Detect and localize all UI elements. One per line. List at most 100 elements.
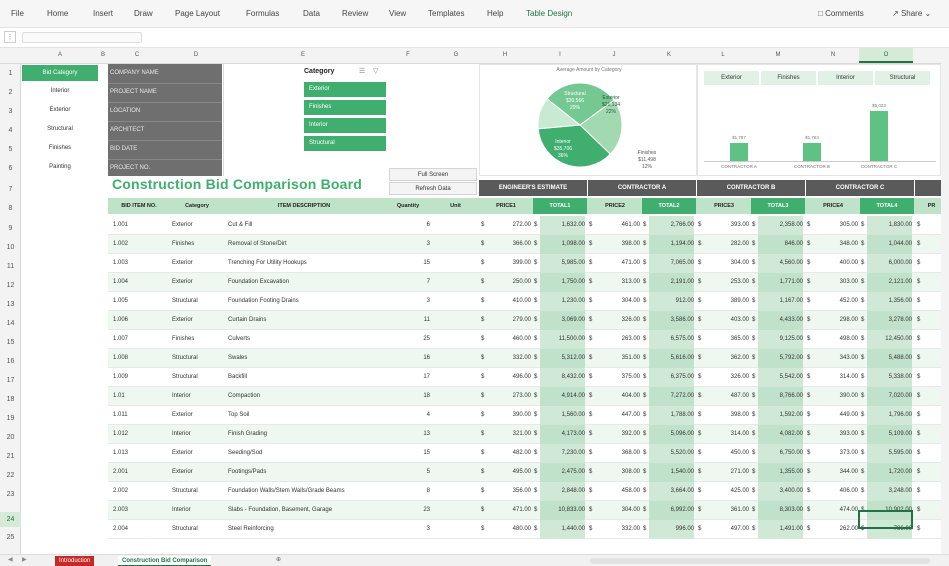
table-cell[interactable]: Curtain Drains	[228, 311, 383, 330]
multi-select-icon[interactable]: ☰	[359, 67, 365, 75]
table-cell[interactable]	[434, 254, 478, 273]
row-header[interactable]: 25	[0, 534, 21, 541]
row-header[interactable]: 20	[0, 434, 21, 441]
table-cell[interactable]: 4,914.00	[540, 387, 585, 406]
table-cell[interactable]: 1,632.00	[540, 216, 585, 235]
table-cell[interactable]	[434, 292, 478, 311]
table-cell[interactable]: 5,312.00	[540, 349, 585, 368]
header-category[interactable]: Category	[170, 198, 224, 214]
slicer-item-finishes[interactable]: Finishes	[22, 140, 98, 156]
table-cell[interactable]: Cut & Fill	[228, 216, 383, 235]
table-cell[interactable]: Seeding/Sod	[228, 444, 383, 463]
table-cell[interactable]: Foundation Excavation	[228, 273, 383, 292]
table-cell[interactable]: 2,475.00	[540, 463, 585, 482]
comments-button[interactable]: □ Comments	[818, 9, 864, 18]
table-cell[interactable]: 23	[386, 501, 430, 520]
column-header[interactable]: J	[613, 52, 616, 58]
table-cell[interactable]: 7,020.00	[867, 387, 912, 406]
row-header[interactable]: 18	[0, 396, 21, 403]
table-cell[interactable]	[434, 444, 478, 463]
table-cell[interactable]: 2.002	[113, 482, 168, 501]
table-cell[interactable]: 10,833.00	[540, 501, 585, 520]
table-cell[interactable]: 253.00	[704, 273, 749, 292]
header-price1[interactable]: PRICE1	[479, 198, 533, 214]
column-header[interactable]: E	[301, 52, 305, 58]
table-cell[interactable]: 6,575.00	[649, 330, 694, 349]
table-cell[interactable]: 1.002	[113, 235, 168, 254]
row-header-selected[interactable]: 24	[0, 512, 21, 527]
table-cell[interactable]: 497.00	[704, 520, 749, 539]
table-cell[interactable]: 5,792.00	[758, 349, 803, 368]
table-cell[interactable]: 373.00	[813, 444, 858, 463]
header-total4[interactable]: TOTAL4	[860, 198, 914, 214]
menu-draw[interactable]: Draw	[134, 9, 153, 18]
table-cell[interactable]: 273.00	[486, 387, 531, 406]
table-cell[interactable]: 392.00	[595, 425, 640, 444]
table-cell[interactable]: 1,491.00	[758, 520, 803, 539]
table-cell[interactable]: 5,488.00	[867, 349, 912, 368]
table-cell[interactable]: 25	[386, 330, 430, 349]
table-cell[interactable]: 6,375.00	[649, 368, 694, 387]
column-header[interactable]: N	[831, 52, 835, 58]
table-cell[interactable]	[434, 425, 478, 444]
table-cell[interactable]: 8,303.00	[758, 501, 803, 520]
table-cell[interactable]: 1,044.00	[867, 235, 912, 254]
table-cell[interactable]: 15	[386, 254, 430, 273]
vertical-scrollbar[interactable]	[941, 48, 949, 554]
table-cell[interactable]: 304.00	[595, 292, 640, 311]
table-cell[interactable]: 3,069.00	[540, 311, 585, 330]
table-cell[interactable]: 351.00	[595, 349, 640, 368]
table-cell[interactable]: 1,194.00	[649, 235, 694, 254]
share-button[interactable]: ↗ Share ⌄	[892, 9, 931, 18]
row-header[interactable]: 2	[0, 89, 21, 96]
table-cell[interactable]: 1.009	[113, 368, 168, 387]
table-cell[interactable]: 356.00	[486, 482, 531, 501]
column-header-selected[interactable]: O	[859, 48, 913, 63]
table-cell[interactable]: 1.012	[113, 425, 168, 444]
table-cell[interactable]: 406.00	[813, 482, 858, 501]
table-cell[interactable]: 471.00	[595, 254, 640, 273]
table-cell[interactable]: 389.00	[704, 292, 749, 311]
row-header[interactable]: 10	[0, 244, 21, 251]
row-header[interactable]: 1	[0, 70, 21, 77]
table-cell[interactable]: Top Soil	[228, 406, 383, 425]
table-cell[interactable]: 1.004	[113, 273, 168, 292]
column-header[interactable]: F	[406, 52, 410, 58]
table-cell[interactable]: 303.00	[813, 273, 858, 292]
name-box[interactable]: ⋮	[4, 31, 16, 43]
refresh-data-button[interactable]: Refresh Data	[389, 182, 477, 195]
table-cell[interactable]	[434, 273, 478, 292]
table-cell[interactable]: 362.00	[704, 349, 749, 368]
table-cell[interactable]: 1,230.00	[540, 292, 585, 311]
header-unit[interactable]: Unit	[432, 198, 479, 214]
table-cell[interactable]: 304.00	[595, 501, 640, 520]
table-cell[interactable]: 1.01	[113, 387, 168, 406]
table-cell[interactable]: 1,750.00	[540, 273, 585, 292]
table-cell[interactable]: 4,433.00	[758, 311, 803, 330]
table-cell[interactable]: 2.004	[113, 520, 168, 539]
table-cell[interactable]: 1.013	[113, 444, 168, 463]
table-cell[interactable]: 1,355.00	[758, 463, 803, 482]
category-item-exterior[interactable]: Exterior	[304, 82, 386, 97]
table-cell[interactable]	[434, 330, 478, 349]
chart-tab-structural[interactable]: Structural	[875, 71, 930, 85]
table-cell[interactable]: Exterior	[172, 406, 222, 425]
table-cell[interactable]: 6,000.00	[867, 254, 912, 273]
table-cell[interactable]: 366.00	[486, 235, 531, 254]
table-cell[interactable]: 1,540.00	[649, 463, 694, 482]
table-cell[interactable]: 1,356.00	[867, 292, 912, 311]
table-cell[interactable]: 5,616.00	[649, 349, 694, 368]
table-cell[interactable]: 461.00	[595, 216, 640, 235]
row-header[interactable]: 9	[0, 225, 21, 232]
table-cell[interactable]	[434, 368, 478, 387]
table-cell[interactable]: Exterior	[172, 273, 222, 292]
table-cell[interactable]: 305.00	[813, 216, 858, 235]
formula-input[interactable]	[22, 32, 142, 43]
table-cell[interactable]: 399.00	[486, 254, 531, 273]
column-header[interactable]: L	[721, 52, 724, 58]
table-cell[interactable]: 7,272.00	[649, 387, 694, 406]
slicer-item-painting[interactable]: Painting	[22, 159, 98, 175]
table-cell[interactable]: 326.00	[595, 311, 640, 330]
menu-page-layout[interactable]: Page Layout	[175, 9, 220, 18]
table-cell[interactable]: 1.007	[113, 330, 168, 349]
